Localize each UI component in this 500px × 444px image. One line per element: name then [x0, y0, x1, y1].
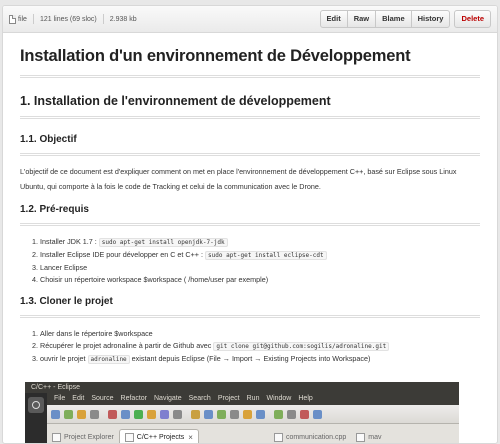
toolbar-icon: [160, 409, 169, 419]
toolbar-icon: [108, 409, 117, 419]
code-snippet: adronaline: [87, 355, 130, 364]
document-title: Installation d'un environnement de Dével…: [20, 47, 411, 65]
toolbar-icon: [300, 409, 309, 419]
ubuntu-dash-icon: [28, 397, 44, 413]
toolbar-icon: [230, 409, 239, 419]
menu-window: Window: [266, 395, 292, 402]
eclipse-screenshot: C/C++ - Eclipse File Edit Source Refacto…: [25, 382, 459, 443]
delete-button[interactable]: Delete: [454, 10, 491, 28]
list-item: Installer JDK 1.7 : sudo apt-get install…: [40, 236, 480, 249]
line-count: 121 lines (69 sloc): [39, 15, 97, 23]
file-icon: [356, 433, 366, 442]
toolbar-icon: [287, 409, 296, 419]
section-heading: 1. Installation de l'environnement de dé…: [20, 94, 331, 108]
toolbar-icon: [256, 409, 265, 419]
file-viewer: file 121 lines (69 sloc) 2.938 kb Edit R…: [2, 5, 498, 444]
toolbar-icon: [90, 409, 99, 419]
code-snippet: sudo apt-get install eclipse-cdt: [205, 251, 327, 260]
blame-button[interactable]: Blame: [375, 10, 412, 28]
code-snippet: sudo apt-get install openjdk-7-jdk: [98, 238, 228, 247]
menu-help: Help: [298, 395, 313, 402]
menu-refactor: Refactor: [120, 395, 147, 402]
menu-edit: Edit: [72, 395, 85, 402]
toolbar-icon: [64, 409, 73, 419]
clone-list: Aller dans le répertoire $workspace Récu…: [20, 328, 480, 366]
toolbar-icon: [217, 409, 226, 419]
toolbar-icon: [313, 409, 322, 419]
menu-navigate: Navigate: [154, 395, 182, 402]
subsection-cloner: 1.3. Cloner le projet: [20, 296, 113, 307]
menu-project: Project: [217, 395, 240, 402]
folder-icon: [52, 433, 61, 442]
list-item: Récupérer le projet adronaline à partir …: [40, 340, 480, 353]
file-icon: [9, 14, 16, 24]
file-header-bar: file 121 lines (69 sloc) 2.938 kb Edit R…: [3, 6, 497, 33]
toolbar-icon: [204, 409, 213, 419]
code-snippet: git clone git@github.com:sogilis/adronal…: [213, 342, 390, 351]
menu-search: Search: [188, 395, 211, 402]
heading-rule: [20, 116, 480, 119]
heading-rule: [20, 75, 480, 78]
toolbar-icon: [243, 409, 252, 419]
list-item: Choisir un répertoire workspace $workspa…: [40, 274, 480, 286]
project-icon: [124, 433, 134, 442]
heading-rule: [20, 315, 480, 318]
raw-button[interactable]: Raw: [346, 10, 377, 28]
list-item: Installer Eclipse IDE pour développer en…: [40, 249, 480, 262]
heading-rule: [20, 153, 480, 156]
file-label: file: [18, 15, 27, 23]
divider: [32, 14, 34, 24]
heading-rule: [20, 223, 480, 226]
toolbar-icon: [134, 409, 143, 419]
eclipse-menubar: File Edit Source Refactor Navigate Searc…: [47, 393, 459, 405]
eclipse-title: C/C++ - Eclipse: [25, 382, 459, 393]
file-icon: [273, 433, 283, 442]
eclipse-view-tabs: Project Explorer C/C++ Projects × commun…: [47, 424, 459, 443]
menu-source: Source: [91, 395, 114, 402]
objectif-paragraph: L'objectif de ce document est d'explique…: [20, 167, 457, 191]
toolbar-icon: [121, 409, 130, 419]
subsection-prerequis: 1.2. Pré-requis: [20, 204, 89, 215]
list-item: Lancer Eclipse: [40, 262, 480, 274]
subsection-objectif: 1.1. Objectif: [20, 134, 77, 145]
markdown-body: Installation d'un environnement de Dével…: [3, 47, 497, 366]
divider: [102, 14, 104, 24]
ubuntu-launcher: [25, 393, 47, 443]
list-item: ouvrir le projet adronaline existant dep…: [40, 353, 480, 366]
file-size: 2.938 kb: [109, 15, 137, 23]
toolbar-icon: [274, 409, 283, 419]
menu-file: File: [54, 395, 66, 402]
toolbar-icon: [51, 409, 60, 419]
prereq-list: Installer JDK 1.7 : sudo apt-get install…: [20, 236, 480, 286]
toolbar-icon: [191, 409, 200, 419]
edit-button[interactable]: Edit: [319, 10, 348, 28]
eclipse-toolbar: [47, 405, 459, 424]
list-item: Aller dans le répertoire $workspace: [40, 328, 480, 340]
toolbar-icon: [77, 409, 86, 419]
history-button[interactable]: History: [410, 10, 451, 28]
toolbar-icon: [173, 409, 182, 419]
toolbar-icon: [147, 409, 156, 419]
file-actions: Edit Raw Blame History Delete: [319, 10, 491, 28]
menu-run: Run: [246, 395, 260, 402]
